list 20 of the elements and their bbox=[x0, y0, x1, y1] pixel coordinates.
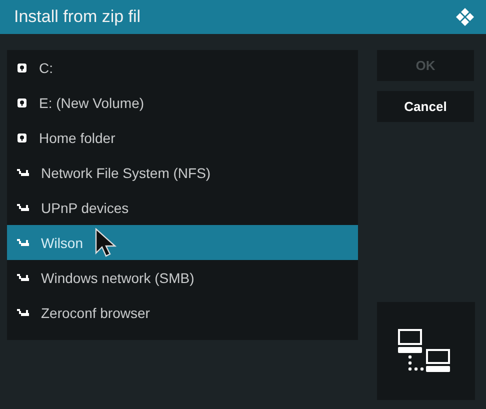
window-title: Install from zip fil bbox=[14, 7, 141, 27]
source-item[interactable]: Wilson bbox=[7, 225, 358, 260]
hard-drive-icon bbox=[17, 132, 27, 142]
source-item[interactable]: Windows network (SMB) bbox=[7, 260, 358, 295]
network-icon bbox=[17, 273, 29, 282]
source-item[interactable]: UPnP devices bbox=[7, 190, 358, 225]
source-item[interactable]: Zeroconf browser bbox=[7, 295, 358, 330]
network-icon bbox=[17, 203, 29, 212]
source-item[interactable]: Network File System (NFS) bbox=[7, 155, 358, 190]
source-item[interactable]: C: bbox=[7, 50, 358, 85]
mouse-pointer-icon bbox=[95, 228, 117, 257]
network-icon bbox=[17, 308, 29, 317]
dialog-button[interactable]: Cancel bbox=[377, 91, 474, 122]
source-item[interactable]: Home folder bbox=[7, 120, 358, 155]
logo-icon bbox=[456, 8, 474, 26]
network-icon bbox=[17, 168, 29, 177]
network-icon bbox=[17, 238, 29, 247]
source-item[interactable]: E: (New Volume) bbox=[7, 85, 358, 120]
hard-drive-icon bbox=[17, 98, 27, 108]
hard-drive-icon bbox=[17, 62, 27, 72]
